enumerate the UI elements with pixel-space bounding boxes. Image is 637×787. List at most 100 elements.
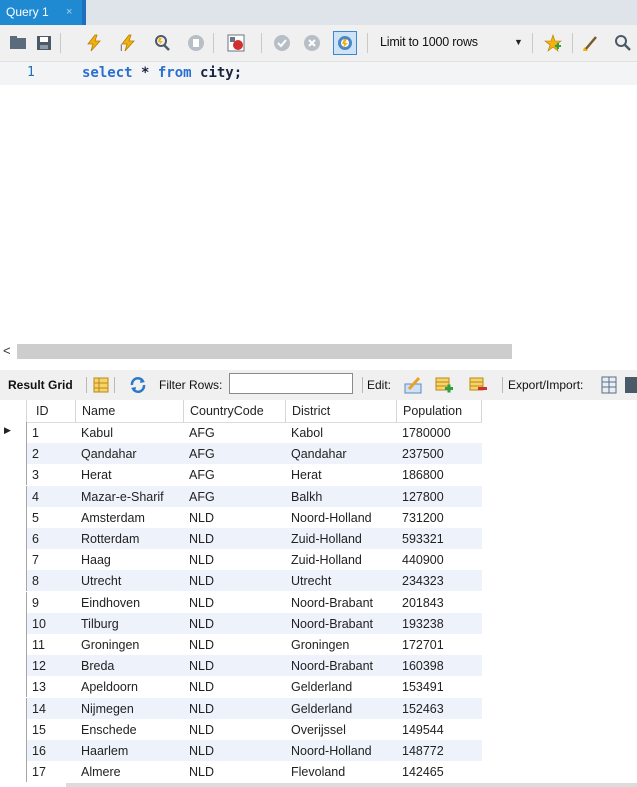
grid-cell-name[interactable]: Tilburg	[76, 613, 184, 634]
grid-cell-district[interactable]: Noord-Brabant	[286, 613, 397, 634]
grid-cell-name[interactable]: Eindhoven	[76, 592, 184, 613]
table-row[interactable]: 11 Groningen NLD Groningen 172701	[0, 634, 482, 655]
row-selector[interactable]	[0, 443, 27, 465]
result-grid[interactable]: ID Name CountryCode District Population ▶ 1 Ka…	[0, 400, 637, 787]
grid-cell-district[interactable]: Noord-Holland	[286, 507, 397, 528]
table-row[interactable]: 8 Utrecht NLD Utrecht 234323	[0, 570, 482, 592]
grid-cell-name[interactable]: Utrecht	[76, 570, 184, 591]
add-row-icon[interactable]	[435, 376, 453, 394]
grid-cell-name[interactable]: Breda	[76, 655, 184, 676]
grid-cell-countrycode[interactable]: NLD	[184, 719, 286, 740]
find-icon[interactable]	[614, 34, 632, 52]
filter-rows-input[interactable]	[229, 373, 353, 394]
grid-cell-countrycode[interactable]: AFG	[184, 443, 286, 464]
explain-icon[interactable]	[153, 34, 171, 52]
row-selector[interactable]	[0, 676, 27, 698]
grid-cell-countrycode[interactable]: NLD	[184, 740, 286, 761]
grid-cell-population[interactable]: 127800	[397, 486, 482, 507]
grid-cell-id[interactable]: 13	[27, 676, 76, 697]
grid-cell-countrycode[interactable]: NLD	[184, 613, 286, 634]
grid-cell-countrycode[interactable]: NLD	[184, 549, 286, 570]
grid-cell-district[interactable]: Kabol	[286, 422, 397, 443]
row-selector[interactable]	[0, 485, 27, 507]
autocommit-icon[interactable]	[333, 31, 357, 55]
grid-cell-district[interactable]: Overijssel	[286, 719, 397, 740]
row-selector[interactable]	[0, 697, 27, 719]
grid-cell-district[interactable]: Groningen	[286, 634, 397, 655]
grid-cell-district[interactable]: Utrecht	[286, 570, 397, 591]
grid-cell-id[interactable]: 15	[27, 719, 76, 740]
grid-cell-id[interactable]: 6	[27, 528, 76, 549]
open-folder-icon[interactable]	[9, 34, 27, 52]
export-icon[interactable]	[601, 376, 619, 394]
grid-cell-name[interactable]: Mazar-e-Sharif	[76, 486, 184, 507]
tab-query-1[interactable]: Query 1 ×	[0, 0, 82, 25]
row-selector[interactable]	[0, 612, 27, 634]
grid-cell-population[interactable]: 237500	[397, 443, 482, 464]
scrollbar-thumb[interactable]	[17, 344, 512, 359]
grid-cell-population[interactable]: 172701	[397, 634, 482, 655]
column-header-name[interactable]: Name	[76, 400, 184, 422]
import-icon[interactable]	[624, 376, 637, 394]
grid-cell-district[interactable]: Noord-Holland	[286, 740, 397, 761]
rollback-icon[interactable]	[303, 34, 321, 52]
grid-cell-id[interactable]: 4	[27, 486, 76, 507]
grid-cell-countrycode[interactable]: AFG	[184, 464, 286, 485]
table-row[interactable]: ▶ 1 Kabul AFG Kabol 1780000	[0, 422, 482, 443]
result-grid-label[interactable]: Result Grid	[8, 378, 73, 392]
row-selector[interactable]	[0, 740, 27, 761]
grid-cell-district[interactable]: Balkh	[286, 486, 397, 507]
grid-cell-name[interactable]: Almere	[76, 761, 184, 782]
column-header-id[interactable]: ID	[27, 400, 76, 422]
row-selector[interactable]	[0, 464, 27, 486]
grid-horizontal-scrollbar[interactable]	[66, 783, 637, 787]
grid-cell-population[interactable]: 234323	[397, 570, 482, 591]
stop-icon[interactable]	[187, 34, 205, 52]
commit-icon[interactable]	[273, 34, 291, 52]
grid-cell-countrycode[interactable]: AFG	[184, 422, 286, 443]
grid-cell-district[interactable]: Qandahar	[286, 443, 397, 464]
grid-cell-district[interactable]: Herat	[286, 464, 397, 485]
row-selector[interactable]	[0, 718, 27, 740]
grid-cell-population[interactable]: 149544	[397, 719, 482, 740]
tab-close-icon[interactable]: ×	[66, 0, 72, 24]
grid-cell-id[interactable]: 11	[27, 634, 76, 655]
table-row[interactable]: 2 Qandahar AFG Qandahar 237500	[0, 443, 482, 465]
table-row[interactable]: 16 Haarlem NLD Noord-Holland 148772	[0, 740, 482, 761]
grid-cell-name[interactable]: Qandahar	[76, 443, 184, 464]
table-row[interactable]: 3 Herat AFG Herat 186800	[0, 464, 482, 486]
grid-cell-countrycode[interactable]: NLD	[184, 655, 286, 676]
grid-cell-population[interactable]: 440900	[397, 549, 482, 570]
table-row[interactable]: 5 Amsterdam NLD Noord-Holland 731200	[0, 506, 482, 528]
grid-cell-id[interactable]: 7	[27, 549, 76, 570]
row-selector[interactable]: ▶	[0, 422, 27, 443]
execute-current-icon[interactable]: I	[119, 34, 137, 52]
editor-horizontal-scrollbar[interactable]: <	[0, 343, 637, 360]
row-selector[interactable]	[0, 549, 27, 571]
grid-cell-name[interactable]: Haarlem	[76, 740, 184, 761]
table-row[interactable]: 15 Enschede NLD Overijssel 149544	[0, 718, 482, 740]
grid-cell-id[interactable]: 9	[27, 592, 76, 613]
edit-row-icon[interactable]	[404, 376, 422, 394]
grid-cell-population[interactable]: 731200	[397, 507, 482, 528]
grid-cell-countrycode[interactable]: NLD	[184, 634, 286, 655]
grid-cell-countrycode[interactable]: NLD	[184, 698, 286, 719]
grid-cell-id[interactable]: 2	[27, 443, 76, 464]
table-row[interactable]: 13 Apeldoorn NLD Gelderland 153491	[0, 676, 482, 698]
grid-cell-countrycode[interactable]: NLD	[184, 528, 286, 549]
grid-cell-id[interactable]: 5	[27, 507, 76, 528]
grid-cell-id[interactable]: 17	[27, 761, 76, 782]
row-selector[interactable]	[0, 761, 27, 783]
row-selector[interactable]	[0, 528, 27, 549]
grid-cell-name[interactable]: Amsterdam	[76, 507, 184, 528]
grid-cell-population[interactable]: 593321	[397, 528, 482, 549]
grid-cell-population[interactable]: 1780000	[397, 422, 482, 443]
table-row[interactable]: 7 Haag NLD Zuid-Holland 440900	[0, 549, 482, 571]
table-row[interactable]: 12 Breda NLD Noord-Brabant 160398	[0, 655, 482, 677]
sql-code-line[interactable]: select * from city;	[82, 65, 242, 81]
grid-cell-countrycode[interactable]: NLD	[184, 676, 286, 697]
grid-cell-population[interactable]: 193238	[397, 613, 482, 634]
grid-cell-population[interactable]: 142465	[397, 761, 482, 782]
grid-cell-name[interactable]: Enschede	[76, 719, 184, 740]
table-row[interactable]: 6 Rotterdam NLD Zuid-Holland 593321	[0, 528, 482, 549]
